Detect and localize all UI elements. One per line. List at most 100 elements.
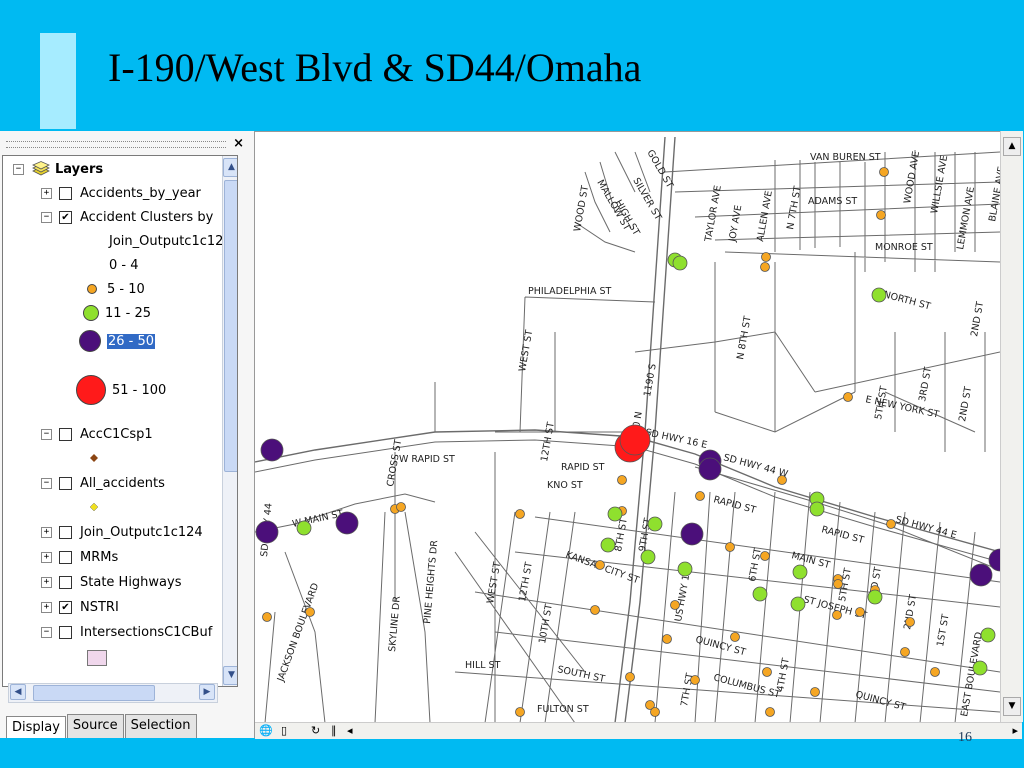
collapse-icon[interactable]: − [41,626,52,638]
tab-selection[interactable]: Selection [124,714,197,738]
accident-cluster-marker[interactable] [595,560,605,570]
collapse-icon[interactable]: − [13,163,24,175]
accident-cluster-marker[interactable] [617,475,627,485]
accident-cluster-marker[interactable] [619,424,651,456]
accident-cluster-marker[interactable] [677,561,693,577]
accident-cluster-marker[interactable] [607,506,623,522]
scroll-left-icon[interactable]: ◂ [347,724,353,737]
scroll-up-icon[interactable]: ▲ [1003,137,1021,156]
layers-root[interactable]: − Layers [13,159,103,179]
accident-cluster-marker[interactable] [855,607,865,617]
scroll-right-icon[interactable]: ▶ [199,684,215,700]
layer-checkbox[interactable] [59,525,72,539]
accident-cluster-marker[interactable] [760,262,770,272]
accident-cluster-marker[interactable] [900,647,910,657]
toc-horizontal-scrollbar[interactable]: ◀ ▶ [8,683,218,703]
scroll-right-icon[interactable]: ▸ [1012,724,1018,737]
accident-cluster-marker[interactable] [255,520,279,544]
layer-row-mrms[interactable]: + MRMs [41,547,118,567]
scroll-thumb[interactable] [33,685,155,701]
accident-cluster-marker[interactable] [680,522,704,546]
accident-cluster-marker[interactable] [843,392,853,402]
accident-cluster-marker[interactable] [879,167,889,177]
accident-cluster-marker[interactable] [296,520,312,536]
layer-checkbox-checked[interactable]: ✔ [59,600,72,614]
pause-icon[interactable]: ∥ [331,724,337,737]
accident-cluster-marker[interactable] [832,610,842,620]
accident-cluster-marker[interactable] [809,501,825,517]
tab-source[interactable]: Source [66,714,124,738]
layer-row-accc1csp1[interactable]: − AccC1Csp1 [41,424,153,444]
expand-icon[interactable]: + [41,601,52,613]
collapse-icon[interactable]: − [41,477,52,489]
accident-cluster-marker[interactable] [972,660,988,676]
accident-cluster-marker[interactable] [698,457,722,481]
accident-cluster-marker[interactable] [762,667,772,677]
accident-cluster-marker[interactable] [905,617,915,627]
layer-checkbox[interactable] [59,186,72,200]
layer-checkbox[interactable] [59,427,72,441]
accident-cluster-marker[interactable] [515,707,525,717]
scroll-thumb[interactable] [224,180,237,472]
layer-checkbox[interactable] [59,575,72,589]
accident-cluster-marker[interactable] [765,707,775,717]
accident-cluster-marker[interactable] [650,707,660,717]
map-vertical-scrollbar[interactable]: ▲ ▼ [1000,131,1023,722]
panel-grip[interactable] [6,141,226,148]
layer-row-accidents-by-year[interactable]: + Accidents_by_year [41,183,201,203]
close-icon[interactable]: × [233,136,244,151]
accident-cluster-marker[interactable] [335,511,359,535]
accident-cluster-marker[interactable] [690,675,700,685]
accident-cluster-marker[interactable] [590,605,600,615]
accident-cluster-marker[interactable] [790,596,806,612]
accident-cluster-marker[interactable] [810,687,820,697]
accident-cluster-marker[interactable] [662,634,672,644]
layer-row-all-accidents[interactable]: − All_accidents [41,473,165,493]
accident-cluster-marker[interactable] [867,589,883,605]
accident-cluster-marker[interactable] [792,564,808,580]
accident-cluster-marker[interactable] [625,672,635,682]
accident-cluster-marker[interactable] [672,255,688,271]
refresh-icon[interactable]: ↻ [311,724,320,737]
accident-cluster-marker[interactable] [876,210,886,220]
expand-icon[interactable]: + [41,187,52,199]
accident-cluster-marker[interactable] [600,537,616,553]
tab-display[interactable]: Display [6,716,66,738]
accident-cluster-marker[interactable] [260,438,284,462]
collapse-icon[interactable]: − [41,211,52,223]
accident-cluster-marker[interactable] [930,667,940,677]
street-map[interactable]: VAN BUREN ST ADAMS ST MONROE ST NORTH ST… [255,132,1000,723]
scroll-left-icon[interactable]: ◀ [10,684,26,700]
accident-cluster-marker[interactable] [695,491,705,501]
toc-vertical-scrollbar[interactable]: ▲ ▼ [222,156,237,686]
accident-cluster-marker[interactable] [396,502,406,512]
layer-row-intersections-buf[interactable]: − IntersectionsC1CBuf [41,622,212,642]
accident-cluster-marker[interactable] [640,549,656,565]
accident-cluster-marker[interactable] [647,516,663,532]
accident-cluster-marker[interactable] [760,551,770,561]
layer-row-state-highways[interactable]: + State Highways [41,572,182,592]
layer-row-nstri[interactable]: + ✔ NSTRI [41,597,119,617]
expand-icon[interactable]: + [41,551,52,563]
layer-checkbox-checked[interactable]: ✔ [59,210,72,224]
accident-cluster-marker[interactable] [980,627,996,643]
accident-cluster-marker[interactable] [988,548,1000,572]
accident-cluster-marker[interactable] [670,600,680,610]
collapse-icon[interactable]: − [41,428,52,440]
layer-row-accident-clusters[interactable]: − ✔ Accident Clusters by [41,207,213,227]
scroll-up-icon[interactable]: ▲ [223,158,237,177]
accident-cluster-marker[interactable] [262,612,272,622]
scroll-down-icon[interactable]: ▼ [223,666,237,685]
accident-cluster-marker[interactable] [752,586,768,602]
page-icon[interactable]: ▯ [281,724,287,737]
accident-cluster-marker[interactable] [730,632,740,642]
accident-cluster-marker[interactable] [969,563,993,587]
layer-checkbox[interactable] [59,625,72,639]
scroll-down-icon[interactable]: ▼ [1003,697,1021,716]
globe-icon[interactable]: 🌐 [259,724,273,737]
accident-cluster-marker[interactable] [871,287,887,303]
layer-row-join-output[interactable]: + Join_Outputc1c124 [41,522,203,542]
accident-cluster-marker[interactable] [777,475,787,485]
accident-cluster-marker[interactable] [725,542,735,552]
accident-cluster-marker[interactable] [305,607,315,617]
